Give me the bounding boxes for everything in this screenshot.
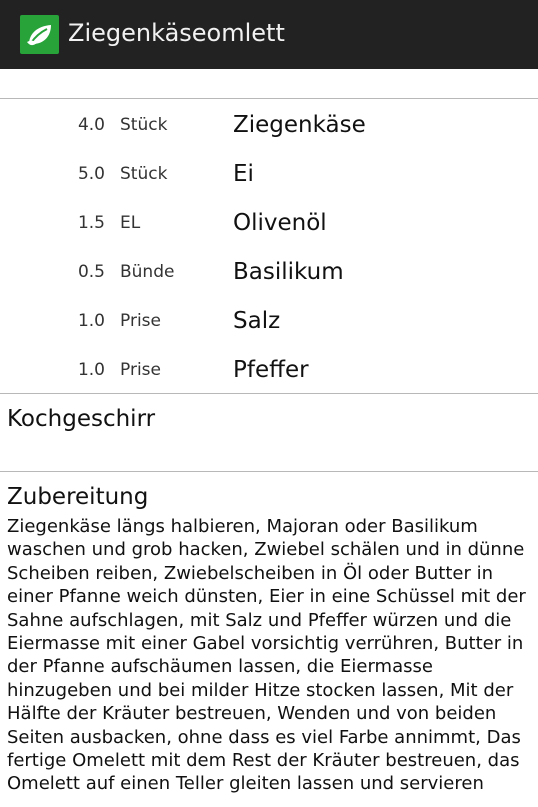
ingredient-amount: 4.0: [77, 115, 105, 135]
cookware-title: Kochgeschirr: [7, 406, 156, 432]
ingredient-name: Ei: [233, 161, 254, 187]
ingredient-amount: 1.5: [77, 213, 105, 233]
ingredient-unit: Stück: [120, 164, 168, 184]
ingredient-name: Salz: [233, 308, 281, 334]
ingredient-unit: EL: [120, 213, 141, 233]
preparation-title: Zubereitung: [7, 484, 149, 510]
leaf-icon[interactable]: [20, 15, 59, 54]
ingredient-amount: 1.0: [77, 360, 105, 380]
ingredient-name: Pfeffer: [233, 357, 309, 383]
ingredient-row: 5.0 Stück Ei: [0, 150, 538, 199]
app-title: Ziegenkäseomlett: [68, 19, 285, 47]
ingredient-amount: 1.0: [77, 311, 105, 331]
ingredient-unit: Bünde: [120, 262, 175, 282]
divider: [0, 98, 538, 99]
divider: [0, 393, 538, 394]
ingredient-row: 4.0 Stück Ziegenkäse: [0, 101, 538, 150]
preparation-text: Ziegenkäse längs halbieren, Majoran oder…: [7, 516, 526, 795]
ingredient-unit: Stück: [120, 115, 168, 135]
ingredient-amount: 5.0: [77, 164, 105, 184]
ingredient-name: Olivenöl: [233, 210, 327, 236]
divider: [0, 471, 538, 472]
ingredient-unit: Prise: [120, 311, 161, 331]
ingredient-name: Basilikum: [233, 259, 344, 285]
ingredient-row: 1.0 Prise Salz: [0, 297, 538, 346]
ingredient-name: Ziegenkäse: [233, 112, 366, 138]
ingredient-unit: Prise: [120, 360, 161, 380]
ingredient-amount: 0.5: [77, 262, 105, 282]
ingredient-row: 0.5 Bünde Basilikum: [0, 248, 538, 297]
action-bar: Ziegenkäseomlett: [0, 0, 538, 69]
ingredient-row: 1.0 Prise Pfeffer: [0, 346, 538, 395]
ingredient-row: 1.5 EL Olivenöl: [0, 199, 538, 248]
